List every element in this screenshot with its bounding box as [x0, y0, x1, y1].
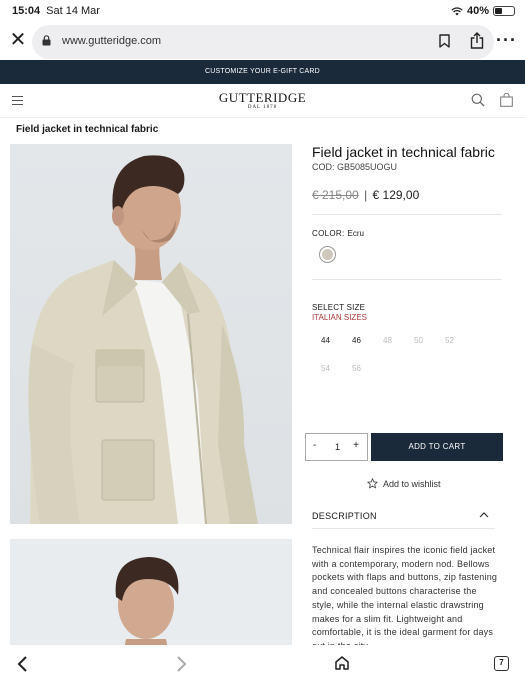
quantity-plus-button[interactable]: + [353, 440, 359, 451]
star-icon [367, 478, 378, 489]
description-accordion[interactable]: DESCRIPTION [312, 505, 495, 529]
size-option[interactable]: 56 [343, 364, 374, 373]
add-to-cart-button[interactable]: ADD TO CART [371, 433, 503, 461]
color-value: Ecru [347, 229, 364, 238]
swatch-fill [322, 249, 333, 260]
wifi-icon [451, 6, 463, 15]
product-code: COD: GB5085UOGU [312, 162, 398, 172]
battery-icon [493, 6, 515, 16]
price-separator: | [364, 188, 368, 202]
battery-fill [495, 8, 503, 14]
site-logo[interactable]: GUTTERIDGE DAL 1878 [0, 90, 525, 110]
size-system[interactable]: ITALIAN SIZES [312, 313, 502, 322]
size-option[interactable]: 54 [312, 364, 343, 373]
page-title: Field jacket in technical fabric [16, 124, 159, 135]
back-arrow-icon[interactable] [16, 655, 28, 673]
status-date: Sat 14 Mar [46, 5, 100, 17]
address-bar[interactable]: www.gutteridge.com [32, 25, 494, 59]
status-time: 15:04 [12, 5, 41, 17]
size-option[interactable]: 50 [405, 336, 436, 345]
size-option[interactable]: 52 [436, 336, 467, 345]
lock-icon [42, 35, 51, 46]
share-icon[interactable] [470, 32, 484, 49]
forward-arrow-icon[interactable] [176, 655, 188, 673]
model-illustration [28, 155, 258, 524]
tabs-icon[interactable]: 7 [494, 656, 509, 671]
wishlist-label: Add to wishlist [383, 478, 441, 489]
size-grid: 44 46 48 50 52 54 56 [312, 336, 502, 373]
size-label: SELECT SIZE [312, 303, 366, 312]
cart-row: - 1 + ADD TO CART [305, 433, 505, 461]
status-time-date: 15:04 Sat 14 Mar [12, 5, 100, 17]
close-icon[interactable]: ✕ [8, 30, 28, 50]
product-info: Field jacket in technical fabric COD: GB… [312, 144, 502, 373]
quantity-value[interactable]: 1 [335, 442, 340, 452]
color-label: COLOR: [312, 229, 345, 238]
add-to-wishlist-link[interactable]: Add to wishlist [367, 478, 441, 489]
promo-banner[interactable]: CUSTOMIZE YOUR E-GIFT CARD [0, 60, 525, 84]
size-option[interactable]: 48 [374, 336, 405, 345]
color-row: COLOR: Ecru [312, 229, 502, 238]
brand-name: GUTTERIDGE [218, 90, 307, 105]
home-icon[interactable] [334, 655, 350, 671]
size-option[interactable]: 46 [343, 336, 374, 345]
product-name: Field jacket in technical fabric [312, 144, 495, 160]
brand-since: DAL 1878 [247, 105, 278, 110]
quantity-stepper: - 1 + [305, 433, 368, 461]
model-illustration-2 [115, 557, 179, 659]
search-icon[interactable] [471, 93, 485, 107]
divider [312, 214, 502, 215]
status-bar: 15:04 Sat 14 Mar 40% [0, 0, 525, 22]
battery-percent: 40% [466, 5, 489, 17]
site-header: GUTTERIDGE DAL 1878 [0, 84, 525, 118]
old-price: € 215,00 [312, 188, 359, 202]
product-image-main[interactable] [10, 144, 292, 524]
size-option[interactable]: 44 [312, 336, 343, 345]
bookmark-icon[interactable] [439, 34, 450, 48]
bag-icon[interactable] [500, 93, 513, 107]
quantity-minus-button[interactable]: - [313, 440, 316, 451]
new-price: € 129,00 [372, 188, 420, 202]
product-image-secondary[interactable] [10, 539, 292, 659]
color-swatch-ecru[interactable] [319, 246, 336, 263]
chevron-up-icon [479, 512, 489, 518]
status-right: 40% [451, 5, 515, 17]
divider [312, 279, 502, 280]
browser-bottom-bar: 7 [0, 645, 525, 700]
more-icon[interactable]: ··· [496, 30, 517, 51]
price-block: € 215,00 | € 129,00 [312, 188, 502, 202]
browser-toolbar: ✕ www.gutteridge.com ··· [0, 22, 525, 60]
description-label: DESCRIPTION [312, 511, 377, 521]
url-text: www.gutteridge.com [62, 35, 162, 47]
